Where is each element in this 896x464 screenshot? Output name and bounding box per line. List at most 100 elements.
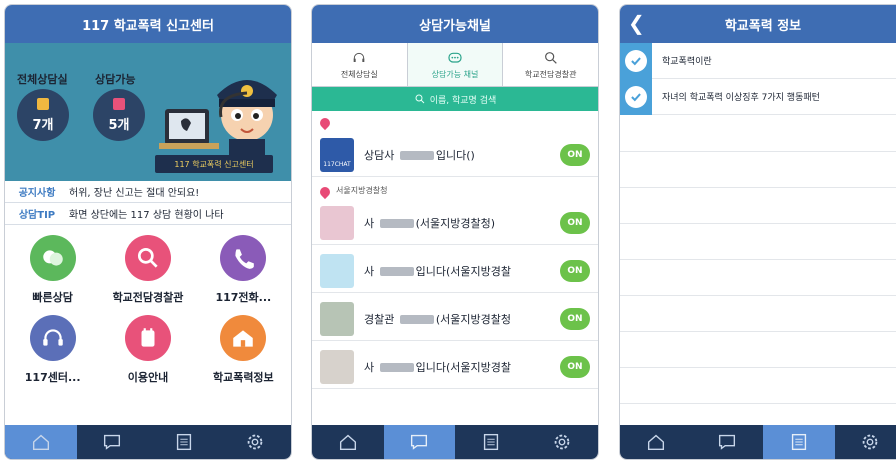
group-label: 서울지방경찰청 <box>336 186 388 195</box>
screen-violence-info: ❮ 학교폭력 정보 학교폭력이란 자녀의 학교폭력 이상징후 7가지 행동패턴 <box>619 4 896 460</box>
tip-text: 화면 상단에는 117 상담 현황이 나타 <box>69 210 224 221</box>
home-icon <box>32 434 49 451</box>
segment-all-rooms[interactable]: 전체상담실 <box>312 43 408 86</box>
back-chevron-icon[interactable]: ❮ <box>628 11 645 35</box>
tab-settings[interactable] <box>835 425 896 459</box>
headset-icon <box>353 52 365 62</box>
divider <box>620 259 896 260</box>
center-sign: 117 학교폭력 신고센터 <box>155 155 273 173</box>
chat-bubbles-icon <box>29 235 76 281</box>
menu-item-school-police[interactable]: 학교전담경찰관 <box>100 235 195 305</box>
tab-settings[interactable] <box>220 425 292 459</box>
notice-bar[interactable]: 공지사항 허위, 장난 신고는 절대 안되요! <box>5 181 291 203</box>
list-item[interactable]: 117CHAT 상담사 입니다() ON <box>312 133 598 177</box>
menu-item-guide[interactable]: 이용안내 <box>100 315 195 385</box>
divider <box>620 403 896 404</box>
channel-name: 경찰관 (서울지방경찰청 <box>364 312 512 326</box>
segment-label: 전체상담실 <box>340 69 378 79</box>
tab-bar <box>620 425 896 459</box>
available-count-badge[interactable]: 5개 <box>93 89 145 141</box>
channel-name: 사 (서울지방경찰청) <box>364 216 496 230</box>
tab-list[interactable] <box>455 425 527 459</box>
status-hero: 전체상담실 상담가능 7개 5개 117 학교폭력 신고센터 <box>5 43 291 181</box>
counselors-count: 7개 <box>32 117 54 133</box>
menu-label: 빠른상담 <box>32 291 73 304</box>
search-icon <box>415 94 425 104</box>
segment-label: 상담가능 채널 <box>431 69 479 79</box>
tab-chat[interactable] <box>692 425 764 459</box>
room-icon <box>37 97 49 110</box>
list-item[interactable]: 사 입니다(서울지방경찰 ON <box>312 249 598 293</box>
channel-name: 상담사 입니다() <box>364 148 475 162</box>
location-pin-icon <box>317 115 333 131</box>
chat-icon <box>719 434 736 450</box>
list-item[interactable]: 자녀의 학교폭력 이상징후 7가지 행동패턴 <box>620 78 896 115</box>
page-title: 117 학교폭력 신고센터 <box>82 18 214 34</box>
menu-item-117-call[interactable]: 117전화... <box>196 235 291 305</box>
list-item[interactable]: 경찰관 (서울지방경찰청 ON <box>312 297 598 341</box>
page-title: 학교폭력 정보 <box>724 18 802 34</box>
house-icon <box>220 315 267 361</box>
tab-list[interactable] <box>763 425 835 459</box>
settings-icon <box>862 434 878 450</box>
tab-home[interactable] <box>312 425 384 459</box>
list-icon <box>176 433 191 451</box>
screen-available-channels: 상담가능채널 전체상담실 상담가능 채널 학교전담경찰관 이름, 학교명 검색 … <box>311 4 599 460</box>
avatar <box>320 349 354 384</box>
divider <box>620 187 896 188</box>
menu-label: 학교폭력정보 <box>212 371 274 384</box>
chat-dots-icon <box>448 52 462 63</box>
divider <box>620 151 896 152</box>
list-icon <box>791 433 806 451</box>
checkmark-icon <box>620 78 652 115</box>
tab-home[interactable] <box>620 425 692 459</box>
search-input[interactable]: 이름, 학교명 검색 <box>312 87 598 111</box>
counselors-count-badge[interactable]: 7개 <box>17 89 69 141</box>
divider <box>620 295 896 296</box>
menu-item-violence-info[interactable]: 학교폭력정보 <box>196 315 291 385</box>
tab-chat[interactable] <box>77 425 149 459</box>
menu-item-quick-counsel[interactable]: 빠른상담 <box>5 235 100 305</box>
tab-chat[interactable] <box>383 425 455 459</box>
menu-label: 학교전담경찰관 <box>112 291 184 304</box>
segment-control: 전체상담실 상담가능 채널 학교전담경찰관 <box>312 43 598 87</box>
home-icon <box>339 434 356 451</box>
item-label: 학교폭력이란 <box>662 57 712 67</box>
app-header: 117 학교폭력 신고센터 <box>5 5 291 43</box>
segment-school-police[interactable]: 학교전담경찰관 <box>503 43 598 86</box>
available-label: 상담가능 <box>95 73 136 86</box>
tab-settings[interactable] <box>527 425 599 459</box>
menu-label: 이용안내 <box>127 371 169 384</box>
segment-label: 학교전담경찰관 <box>524 69 577 79</box>
item-label: 자녀의 학교폭력 이상징후 7가지 행동패턴 <box>662 93 820 103</box>
screen-home: 117 학교폭력 신고센터 전체상담실 상담가능 7개 5개 117 학교폭력 … <box>4 4 292 460</box>
divider <box>620 367 896 368</box>
checkmark-icon <box>620 42 652 79</box>
search-placeholder: 이름, 학교명 검색 <box>429 95 497 106</box>
tip-bar[interactable]: 상담TIP 화면 상단에는 117 상담 현황이 나타 <box>5 203 291 225</box>
settings-icon <box>554 434 570 450</box>
list-item[interactable]: 사 (서울지방경찰청) ON <box>312 201 598 245</box>
online-badge: ON <box>560 307 590 330</box>
tab-list[interactable] <box>148 425 220 459</box>
menu-item-117-center[interactable]: 117센터... <box>5 315 100 385</box>
app-header: 상담가능채널 <box>312 5 598 43</box>
home-icon <box>647 434 664 451</box>
tab-bar <box>5 425 291 459</box>
channel-name: 사 입니다(서울지방경찰 <box>364 360 511 374</box>
settings-icon <box>247 434 263 450</box>
avatar <box>320 205 354 240</box>
tab-home[interactable] <box>5 425 77 459</box>
menu-label: 117전화... <box>215 291 272 304</box>
list-item[interactable]: 학교폭력이란 <box>620 42 896 79</box>
list-item[interactable]: 사 입니다(서울지방경찰 ON <box>312 345 598 389</box>
segment-available[interactable]: 상담가능 채널 <box>407 43 504 86</box>
menu-grid: 빠른상담 학교전담경찰관 117전화... 117센터... 이용안내 학교폭력… <box>5 235 291 385</box>
avatar <box>320 301 354 336</box>
tab-bar <box>312 425 598 459</box>
room-icon <box>113 97 125 110</box>
list-icon <box>483 433 498 451</box>
location-pin-icon <box>317 184 333 200</box>
channel-name: 사 입니다(서울지방경찰 <box>364 264 511 278</box>
phone-icon <box>220 235 267 281</box>
